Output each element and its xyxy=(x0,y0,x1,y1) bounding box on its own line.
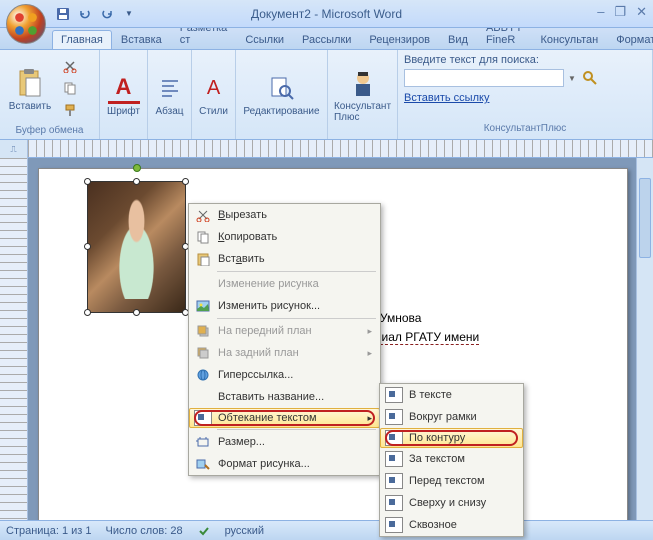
cm-change-picture[interactable]: Изменить рисунок... xyxy=(189,295,380,317)
tab-consultant[interactable]: Консультан xyxy=(531,30,607,49)
undo-icon[interactable] xyxy=(76,5,94,23)
resize-handle[interactable] xyxy=(133,178,140,185)
cm-paste[interactable]: Вставить xyxy=(189,248,380,270)
redo-icon[interactable] xyxy=(98,5,116,23)
quick-access-toolbar: ▼ xyxy=(54,5,138,23)
font-icon: А xyxy=(108,72,140,104)
status-bar: Страница: 1 из 1 Число слов: 28 русский xyxy=(0,520,653,540)
vertical-ruler[interactable] xyxy=(0,158,28,520)
paste-label: Вставить xyxy=(9,101,51,112)
tab-home[interactable]: Главная xyxy=(52,30,112,49)
cm-hyperlink[interactable]: Гиперссылка... xyxy=(189,364,380,386)
status-page[interactable]: Страница: 1 из 1 xyxy=(6,525,92,537)
cut-icon[interactable] xyxy=(60,56,80,76)
paragraph-button[interactable]: Абзац xyxy=(152,70,187,117)
bring-front-icon xyxy=(193,322,213,340)
hyperlink-icon xyxy=(193,366,213,384)
rotate-handle[interactable] xyxy=(133,164,141,172)
cm-bring-front: На передний план▸ xyxy=(189,320,380,342)
search-icon[interactable] xyxy=(580,68,600,88)
size-icon xyxy=(193,433,213,451)
resize-handle[interactable] xyxy=(84,309,91,316)
save-icon[interactable] xyxy=(54,5,72,23)
ruler-corner[interactable]: ⎍ xyxy=(0,140,28,158)
status-language[interactable]: русский xyxy=(225,525,264,537)
selected-image[interactable] xyxy=(87,181,186,313)
search-label: Введите текст для поиска: xyxy=(404,54,646,66)
qat-dropdown-icon[interactable]: ▼ xyxy=(120,5,138,23)
paste-icon xyxy=(14,67,46,99)
title-bar: ▼ Документ2 - Microsoft Word – ❐ ✕ xyxy=(0,0,653,28)
close-button[interactable]: ✕ xyxy=(636,4,647,20)
resize-handle[interactable] xyxy=(133,309,140,316)
wrap-square[interactable]: Вокруг рамки xyxy=(380,406,523,428)
tab-review[interactable]: Рецензиров xyxy=(360,30,439,49)
picture-icon xyxy=(193,297,213,315)
wrap-top-bottom[interactable]: Сверху и снизу xyxy=(380,492,523,514)
context-menu: Вырезать Копировать Вставить Изменение р… xyxy=(188,203,381,476)
clipboard-group-label: Буфер обмена xyxy=(4,124,95,137)
resize-handle[interactable] xyxy=(84,178,91,185)
wrap-inline[interactable]: В тексте xyxy=(380,384,523,406)
wrap-through[interactable]: Сквозное xyxy=(380,514,523,536)
window-title: Документ2 - Microsoft Word xyxy=(251,7,402,21)
insert-link-link[interactable]: Вставить ссылку xyxy=(404,92,489,104)
vertical-scrollbar[interactable] xyxy=(636,158,653,520)
cm-send-back: На задний план▸ xyxy=(189,342,380,364)
tab-mail[interactable]: Рассылки xyxy=(293,30,360,49)
consultant-icon xyxy=(347,67,379,99)
wrap-behind[interactable]: За текстом xyxy=(380,448,523,470)
consultant-group-label: КонсультантПлюс xyxy=(404,122,646,135)
office-button[interactable] xyxy=(6,4,46,44)
text-wrap-icon xyxy=(193,409,213,427)
wrap-front[interactable]: Перед текстом xyxy=(380,470,523,492)
tab-insert[interactable]: Вставка xyxy=(112,30,171,49)
format-picture-icon xyxy=(193,455,213,473)
cm-format-picture[interactable]: Формат рисунка... xyxy=(189,453,380,475)
horizontal-ruler[interactable]: ⎍ xyxy=(0,140,653,158)
ribbon: Вставить Буфер обмена АШрифт Абзац AСтил… xyxy=(0,50,653,140)
tab-view[interactable]: Вид xyxy=(439,30,477,49)
font-button[interactable]: АШрифт xyxy=(104,70,143,117)
wrap-tight[interactable]: По контуру xyxy=(380,428,523,448)
resize-handle[interactable] xyxy=(84,243,91,250)
format-painter-icon[interactable] xyxy=(60,100,80,120)
search-input[interactable] xyxy=(404,69,564,87)
resize-handle[interactable] xyxy=(182,178,189,185)
cm-copy[interactable]: Копировать xyxy=(189,226,380,248)
tab-format[interactable]: Формат xyxy=(607,30,653,49)
status-words[interactable]: Число слов: 28 xyxy=(106,525,183,537)
cm-size[interactable]: Размер... xyxy=(189,431,380,453)
restore-button[interactable]: ❐ xyxy=(614,4,626,20)
copy-icon[interactable] xyxy=(60,78,80,98)
cut-icon xyxy=(193,206,213,224)
cm-text-wrap[interactable]: Обтекание текстом▸ xyxy=(189,408,380,428)
copy-icon xyxy=(193,228,213,246)
cm-insert-caption[interactable]: Вставить название... xyxy=(189,386,380,408)
wrap-submenu: В тексте Вокруг рамки По контуру За текс… xyxy=(379,383,524,537)
minimize-button[interactable]: – xyxy=(597,4,604,20)
cm-edit-picture: Изменение рисунка xyxy=(189,273,380,295)
consultant-button[interactable]: Консультант Плюс xyxy=(332,65,393,123)
paragraph-icon xyxy=(154,72,186,104)
search-dropdown-icon[interactable]: ▼ xyxy=(568,74,576,83)
cm-cut[interactable]: Вырезать xyxy=(189,204,380,226)
ribbon-tabs: Главная Вставка Разметка ст Ссылки Рассы… xyxy=(0,28,653,50)
paste-icon xyxy=(193,250,213,268)
spell-check-icon[interactable] xyxy=(197,524,211,538)
send-back-icon xyxy=(193,344,213,362)
styles-icon: A xyxy=(198,72,230,104)
tab-refs[interactable]: Ссылки xyxy=(236,30,293,49)
find-icon xyxy=(266,72,298,104)
editing-button[interactable]: Редактирование xyxy=(240,70,323,117)
paste-button[interactable]: Вставить xyxy=(4,65,56,112)
styles-button[interactable]: AСтили xyxy=(196,70,231,117)
